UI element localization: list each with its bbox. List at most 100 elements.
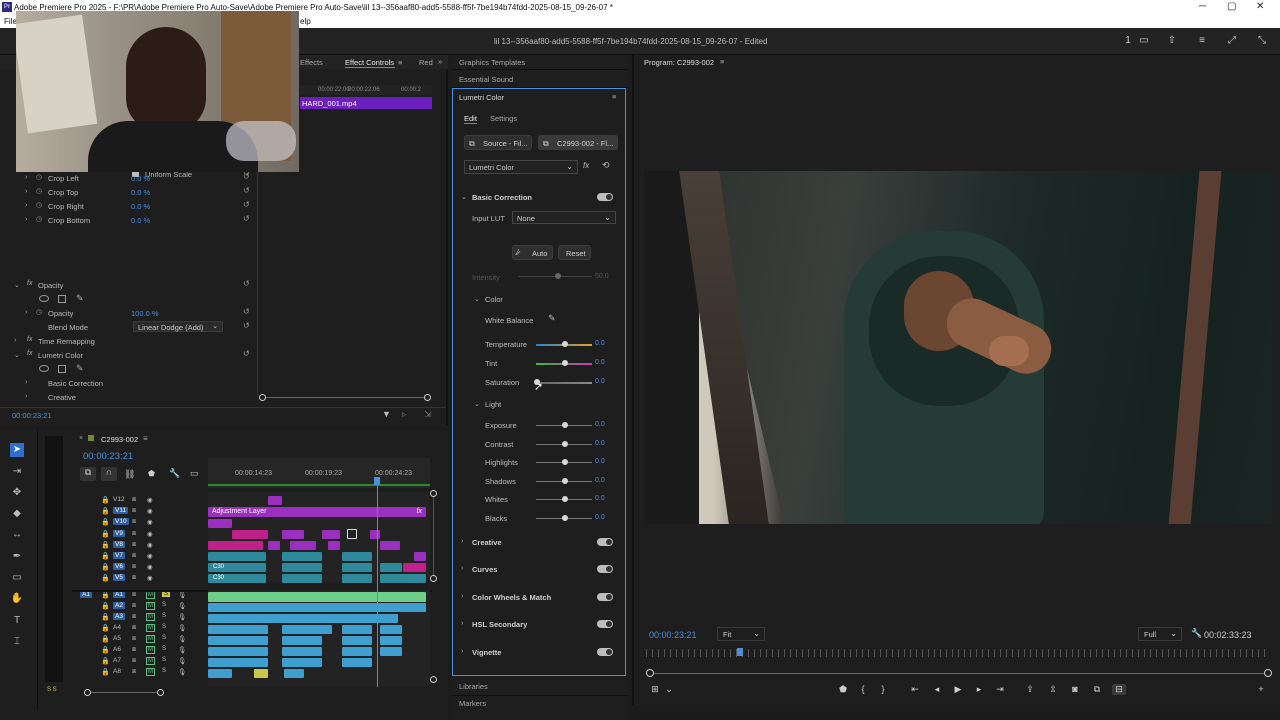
mute-button[interactable]: M [146,668,155,676]
audio-clip[interactable] [208,625,268,634]
mic-icon[interactable]: 🎙 [178,657,186,665]
eye-icon[interactable]: ◉ [147,518,153,526]
reset-icon[interactable]: ⟲ [602,160,610,171]
audio-clip[interactable] [208,647,268,656]
effect-property-value[interactable]: 0.0 % [131,188,150,197]
menu-help[interactable]: elp [300,17,311,26]
slip-tool-icon[interactable]: ↔ [10,528,24,542]
program-playhead[interactable] [737,648,743,656]
selection-tool-icon[interactable]: ➤ [10,443,24,457]
scroll-handle-left[interactable] [259,394,266,401]
solo-button[interactable]: S [162,613,166,619]
chevron-down-icon[interactable]: ⌄ [14,281,20,289]
settings-wrench-icon[interactable]: 🔧 [1191,628,1202,639]
sync-lock-icon[interactable]: ⧈ [132,624,136,632]
fx-toggle-icon[interactable]: fx [583,161,589,170]
video-track-label[interactable]: V9 [113,529,125,537]
comparison-view-icon[interactable]: ⧉ [1090,684,1104,695]
chevron-right-icon[interactable]: › [461,620,463,627]
audio-track-label[interactable]: A7 [113,657,121,664]
lumetri-section-header[interactable]: Color Wheels & Match [472,593,551,602]
multicam-icon[interactable]: ⊟ [1112,684,1126,695]
section-toggle[interactable] [597,565,613,574]
sync-lock-icon[interactable]: ⧈ [132,574,136,582]
lock-icon[interactable]: 🔒 [101,518,110,526]
video-track-label[interactable]: V6 [113,563,125,571]
zoom-handle-left[interactable] [646,669,654,677]
chevron-right-icon[interactable]: › [25,188,27,195]
eye-icon[interactable]: ◉ [147,574,153,582]
safe-margins-icon[interactable]: ⊞ [648,684,662,695]
panel-menu-icon[interactable]: ≡ [398,58,402,67]
lock-icon[interactable]: 🔒 [101,563,110,571]
essential-sound-tab[interactable]: Essential Sound [459,75,513,84]
audio-clip[interactable] [208,592,426,602]
sync-lock-icon[interactable]: ⧈ [132,507,136,515]
maximize-icon[interactable]: ▢ [1227,1,1236,12]
mark-in-icon[interactable]: { [856,684,870,694]
close-icon[interactable]: ✕ [1256,1,1264,12]
lumetri-section-header[interactable]: HSL Secondary [472,620,527,629]
extract-icon[interactable]: ⇫ [1046,684,1060,695]
settings-wrench-icon[interactable]: 🔧 [169,468,180,479]
audio-track-label[interactable]: A3 [113,613,125,620]
go-to-in-icon[interactable]: ⇤ [908,684,922,695]
chevron-right-icon[interactable]: › [25,202,27,209]
clip[interactable] [414,552,426,561]
clip[interactable] [380,563,402,572]
lock-icon[interactable]: 🔒 [101,496,110,504]
mute-button[interactable]: M [146,602,155,610]
clip[interactable] [208,519,232,528]
export-icon[interactable]: ⇲ [424,409,432,420]
chevron-down-icon[interactable]: ⌄ [662,684,676,695]
step-forward-icon[interactable]: ▸ [972,684,986,695]
sync-lock-icon[interactable]: ⧈ [132,496,136,504]
slider-knob[interactable] [562,477,568,484]
slider-value[interactable]: 0.0 [595,421,605,428]
quality-select[interactable]: Full ⌄ [1138,627,1182,641]
workspace-layout-icon[interactable]: ▭ [1138,35,1150,47]
v-scroll-top[interactable] [430,490,437,497]
v-scroll-bottom[interactable] [430,575,437,582]
tab-effect-controls[interactable]: Effect Controls [345,58,394,67]
opacity-value[interactable]: 100.0 % [131,309,159,318]
slider-value[interactable]: 0.0 [595,514,605,521]
pen-tool-icon[interactable]: ✒ [10,550,24,564]
stopwatch-icon[interactable]: ◷ [36,215,42,223]
pen-mask-icon[interactable]: ✎ [76,293,84,304]
play-icon[interactable]: ▶ [951,684,965,695]
eye-icon[interactable]: ◉ [147,507,153,515]
audio-track-label[interactable]: A4 [113,624,121,631]
sync-lock-icon[interactable]: ⧈ [132,613,136,621]
solo-button[interactable]: S [162,668,166,674]
panel-menu-icon[interactable]: ≡ [143,434,148,443]
scroll-handle-right[interactable] [424,394,431,401]
clip[interactable] [342,574,372,583]
slider-value[interactable]: 0.0 [595,359,605,366]
basic-correction-item[interactable]: Basic Correction [48,379,103,388]
sequence-clip-button[interactable]: ⧉ C2993-002 - Fl... [538,135,618,150]
clip[interactable] [282,563,322,572]
snap-icon[interactable]: ∩ [101,467,117,481]
chevron-right-icon[interactable]: › [461,565,463,572]
lock-icon[interactable]: 🔒 [101,657,110,665]
effect-property-value[interactable]: 0.0 % [131,174,150,183]
chevron-right-icon[interactable]: › [14,337,16,344]
solo-button[interactable]: S [162,624,166,630]
clip[interactable]: C30 [208,574,266,583]
audio-clip[interactable] [208,636,268,645]
reset-icon[interactable]: ↺ [243,279,250,288]
mute-button[interactable]: M [146,624,155,632]
minimize-icon[interactable]: ─ [1199,1,1206,12]
sync-lock-icon[interactable]: ⧈ [132,591,136,599]
clip[interactable]: C30 [208,563,266,572]
stopwatch-icon[interactable]: ◷ [36,201,42,209]
audio-track-label[interactable]: A2 [113,602,125,609]
blend-mode-select[interactable]: Linear Dodge (Add) ⌄ [133,321,223,332]
lock-icon[interactable]: 🔒 [101,613,110,621]
audio-clip[interactable] [254,669,268,678]
pen-mask-icon[interactable]: ✎ [76,363,84,374]
markers-tab[interactable]: Markers [459,699,486,708]
lock-icon[interactable]: 🔒 [101,530,110,538]
basic-correction-toggle[interactable] [597,193,613,201]
